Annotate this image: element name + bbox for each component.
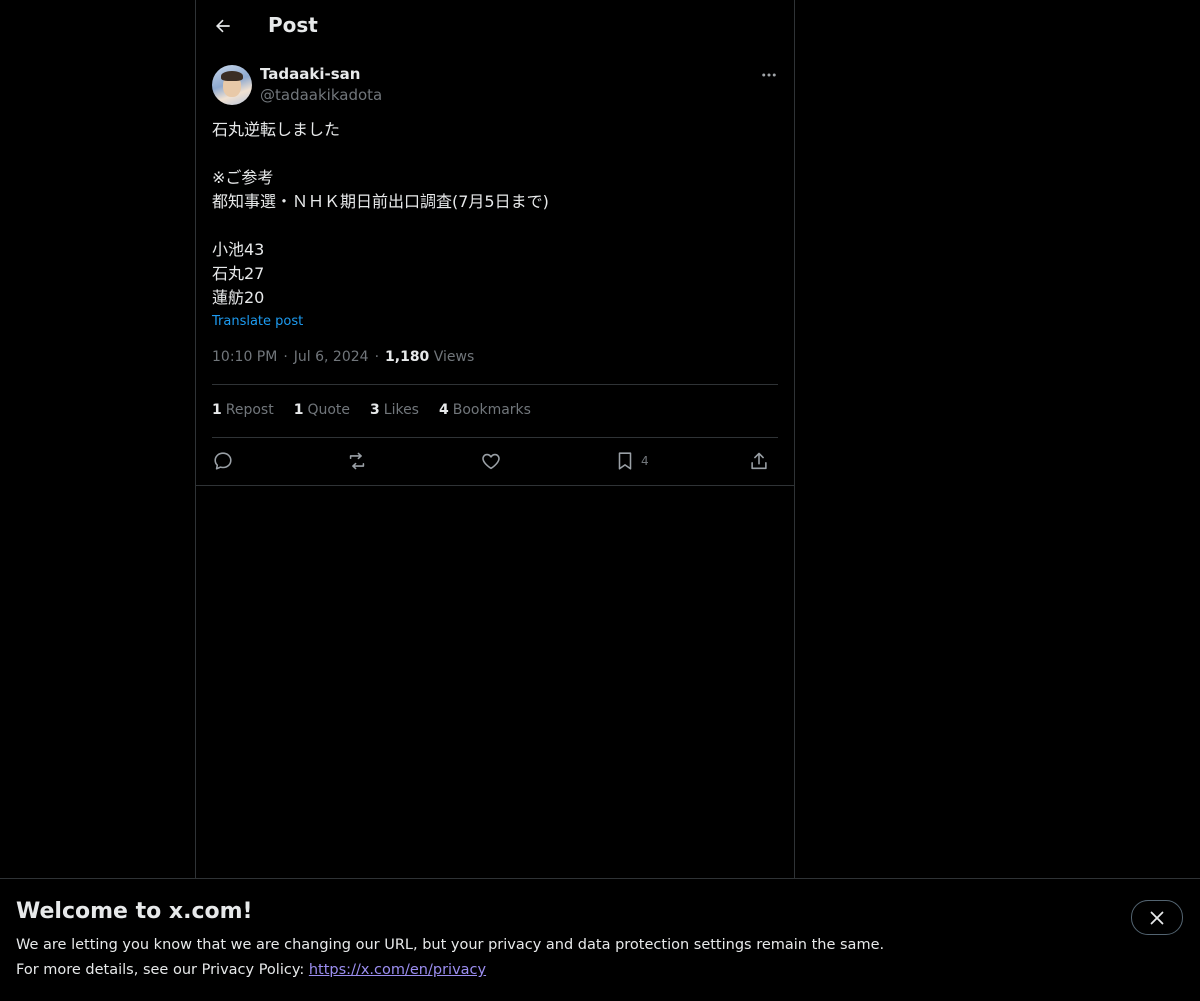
action-bar: 4 <box>212 446 778 476</box>
repost-icon <box>349 452 365 470</box>
post-line <box>212 142 772 166</box>
post-meta: 10:10 PM · Jul 6, 2024 · 1,180 Views <box>212 349 475 365</box>
main-column: Post Tadaaki-san @tadaakikadota 石丸逆転しました… <box>195 0 795 878</box>
likes-stat[interactable]: 3 Likes <box>370 402 419 418</box>
close-banner-button[interactable] <box>1131 900 1183 935</box>
share-button[interactable] <box>748 446 770 476</box>
banner-message: We are letting you know that we are chan… <box>16 937 885 953</box>
banner-privacy-text: For more details, see our Privacy Policy… <box>16 962 487 978</box>
bookmarks-stat[interactable]: 4 Bookmarks <box>439 402 531 418</box>
welcome-banner: Welcome to x.com! We are letting you kno… <box>0 878 1200 1001</box>
author-name[interactable]: Tadaaki-san <box>260 65 360 83</box>
page-title: Post <box>268 13 318 37</box>
reply-button[interactable] <box>212 446 234 476</box>
privacy-policy-link[interactable]: https://x.com/en/privacy <box>309 962 486 978</box>
close-icon <box>1150 911 1164 924</box>
post-line <box>212 214 772 238</box>
avatar[interactable] <box>212 65 252 105</box>
reposts-stat[interactable]: 1 Repost <box>212 402 274 418</box>
more-options-button[interactable] <box>754 62 784 88</box>
repost-button[interactable] <box>346 446 368 476</box>
views-count: 1,180 <box>385 349 430 365</box>
post-line: 石丸27 <box>212 264 265 283</box>
translate-post-link[interactable]: Translate post <box>212 314 303 329</box>
like-button[interactable] <box>480 446 502 476</box>
reply-icon <box>214 452 232 470</box>
post-line: 小池43 <box>212 240 265 259</box>
divider <box>212 384 778 385</box>
quotes-stat[interactable]: 1 Quote <box>294 402 350 418</box>
post-line: 都知事選・ＮＨＫ期日前出口調査(7月5日まで) <box>212 192 549 211</box>
back-arrow-icon <box>216 19 230 33</box>
bookmark-button[interactable]: 4 <box>614 446 649 476</box>
bookmark-icon <box>618 452 632 470</box>
banner-title: Welcome to x.com! <box>16 899 253 924</box>
post-stats: 1 Repost 1 Quote 3 Likes 4 Bookmarks <box>212 402 531 418</box>
author-handle[interactable]: @tadaakikadota <box>260 86 382 104</box>
post-time[interactable]: 10:10 PM <box>212 349 277 365</box>
avatar-hair <box>221 71 243 81</box>
post-header: Post <box>196 0 794 53</box>
more-icon <box>762 73 776 77</box>
divider <box>196 485 794 486</box>
post-line: 石丸逆転しました <box>212 120 341 139</box>
post-text: 石丸逆転しました ※ご参考 都知事選・ＮＨＫ期日前出口調査(7月5日まで) 小池… <box>212 118 772 310</box>
bookmark-count: 4 <box>641 454 649 468</box>
post-line: 蓮舫20 <box>212 288 265 307</box>
post-line: ※ご参考 <box>212 168 274 187</box>
divider <box>212 437 778 438</box>
share-icon <box>751 452 767 470</box>
post-date[interactable]: Jul 6, 2024 <box>294 349 369 365</box>
like-icon <box>482 453 500 470</box>
views-label: Views <box>433 349 475 365</box>
back-button[interactable] <box>206 9 240 43</box>
